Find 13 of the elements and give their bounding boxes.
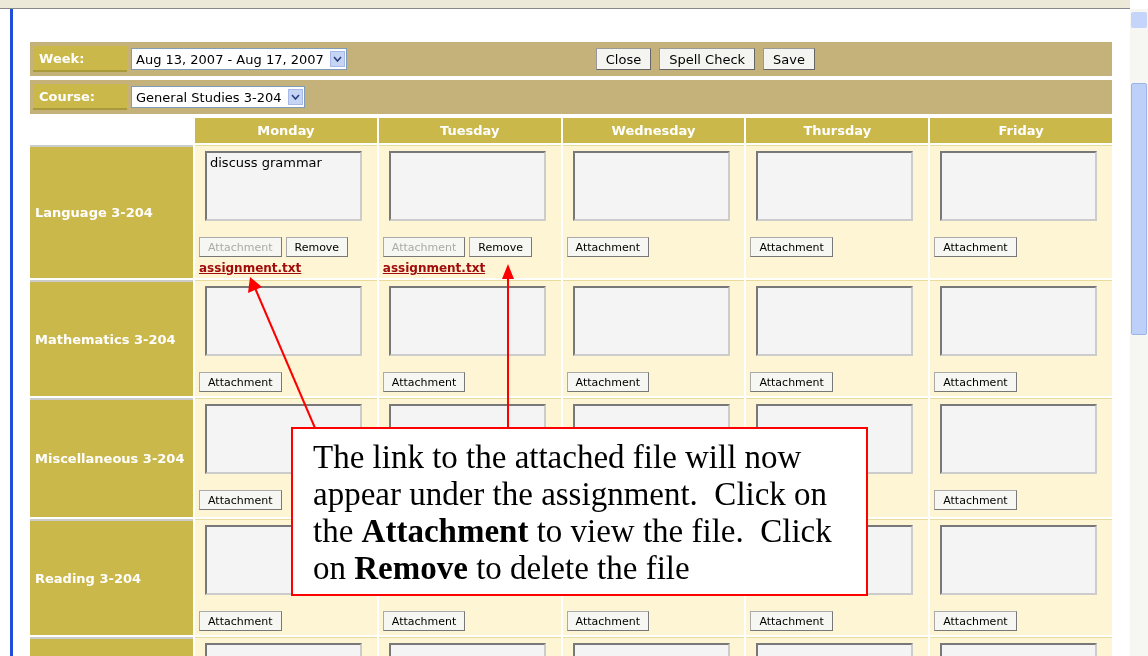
lesson-text: discuss grammar	[210, 155, 322, 170]
annotation-tooltip: The link to the attached file will now appear under the assignment. Click on the Attachment to view the file. Click on Remove to delete the file	[291, 427, 868, 596]
week-label: Week:	[33, 46, 127, 72]
day-header: Friday	[930, 118, 1112, 143]
subject-label: Language 3-204	[30, 145, 193, 278]
subject-label: Mathematics 3-204	[30, 280, 193, 396]
course-label: Course:	[33, 84, 127, 110]
day-header: Thursday	[746, 118, 929, 143]
day-header: Wednesday	[562, 118, 745, 143]
subject-label: Miscellaneous 3-204	[30, 398, 193, 517]
subject-label: Reading 3-204	[30, 519, 193, 635]
day-header: Tuesday	[378, 118, 561, 143]
day-header: Monday	[195, 118, 377, 143]
